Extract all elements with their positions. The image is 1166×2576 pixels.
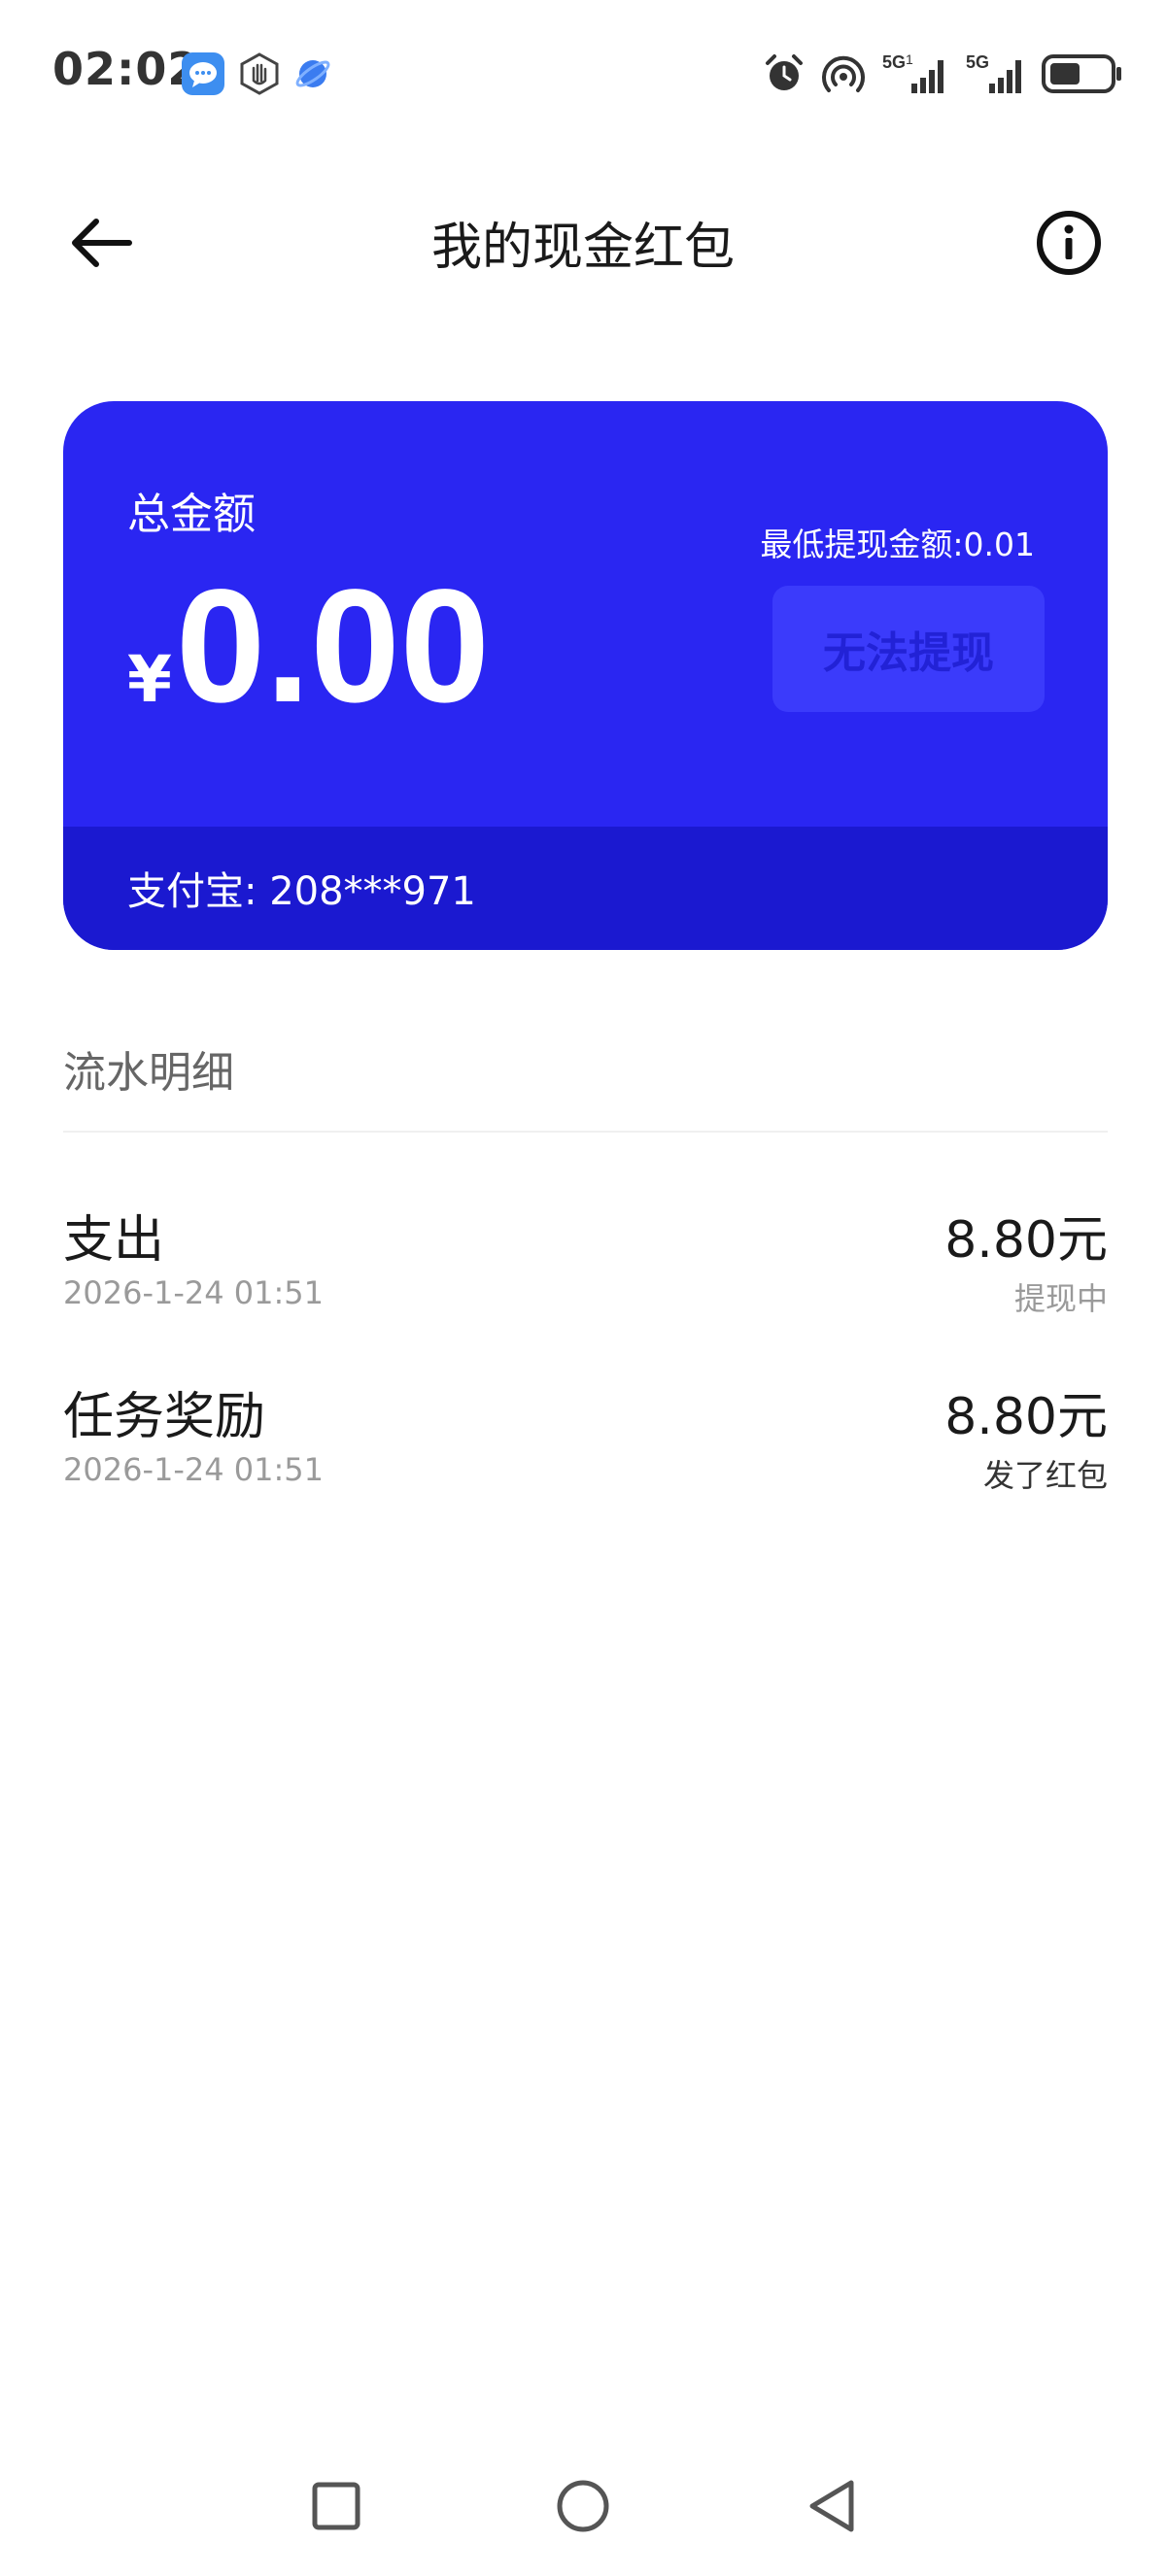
transaction-status: 提现中 bbox=[1013, 1280, 1108, 1317]
page-title: 我的现金红包 bbox=[430, 219, 735, 277]
transaction-amount: 8.80元 bbox=[944, 1211, 1108, 1270]
status-notification-icons bbox=[181, 51, 332, 97]
battery-icon bbox=[1042, 52, 1123, 95]
arrow-left-icon bbox=[72, 219, 132, 267]
message-app-icon bbox=[181, 51, 225, 96]
back-triangle-icon bbox=[809, 2480, 854, 2532]
back-button[interactable] bbox=[62, 208, 140, 278]
recents-square-icon bbox=[312, 2482, 360, 2530]
svg-text:1: 1 bbox=[906, 51, 913, 67]
transaction-status: 发了红包 bbox=[982, 1457, 1108, 1494]
back-nav-button[interactable] bbox=[793, 2467, 871, 2545]
transaction-title: 支出 bbox=[63, 1211, 165, 1270]
hand-shield-icon bbox=[237, 51, 282, 96]
info-circle-icon bbox=[1037, 211, 1101, 275]
list-item[interactable]: 支出 2026-1-24 01:51 8.80元 提现中 bbox=[63, 1199, 1108, 1335]
transaction-time: 2026-1-24 01:51 bbox=[63, 1451, 324, 1488]
svg-text:5G: 5G bbox=[966, 52, 989, 72]
total-amount-label: 总金额 bbox=[127, 490, 256, 539]
min-withdraw-amount: 最低提现金额:0.01 bbox=[760, 525, 1035, 563]
home-button[interactable] bbox=[544, 2467, 622, 2545]
currency-symbol: ¥ bbox=[127, 642, 172, 717]
transaction-title: 任务奖励 bbox=[63, 1388, 266, 1446]
divider bbox=[63, 1131, 1108, 1133]
status-time: 02:02 bbox=[52, 43, 200, 95]
total-amount: ¥ 0.00 bbox=[127, 566, 490, 728]
list-item[interactable]: 任务奖励 2026-1-24 01:51 8.80元 发了红包 bbox=[63, 1375, 1108, 1511]
transaction-amount: 8.80元 bbox=[944, 1388, 1108, 1446]
system-nav-bar bbox=[0, 2467, 1166, 2576]
section-title-transactions: 流水明细 bbox=[63, 1048, 234, 1098]
signal-5g-sim1-icon: 5G 1 bbox=[880, 51, 950, 97]
hotspot-icon bbox=[820, 51, 867, 96]
alipay-account: 支付宝: 208***971 bbox=[127, 869, 476, 914]
status-system-icons: 5G 1 5G bbox=[762, 47, 1123, 101]
svg-text:5G: 5G bbox=[882, 52, 906, 72]
amount-value: 0.00 bbox=[175, 557, 491, 736]
browser-planet-icon bbox=[293, 54, 332, 93]
withdraw-button[interactable]: 无法提现 bbox=[772, 586, 1045, 712]
card-footer: 支付宝: 208***971 bbox=[63, 827, 1108, 950]
recents-button[interactable] bbox=[297, 2467, 375, 2545]
status-bar: 02:02 5G 1 5G bbox=[0, 0, 1166, 146]
info-button[interactable] bbox=[1032, 206, 1106, 280]
signal-5g-sim2-icon: 5G bbox=[964, 51, 1028, 97]
transaction-time: 2026-1-24 01:51 bbox=[63, 1274, 324, 1311]
home-circle-icon bbox=[557, 2480, 609, 2532]
alarm-clock-icon bbox=[762, 51, 806, 96]
balance-card: 总金额 ¥ 0.00 最低提现金额:0.01 无法提现 支付宝: 208***9… bbox=[63, 401, 1108, 950]
